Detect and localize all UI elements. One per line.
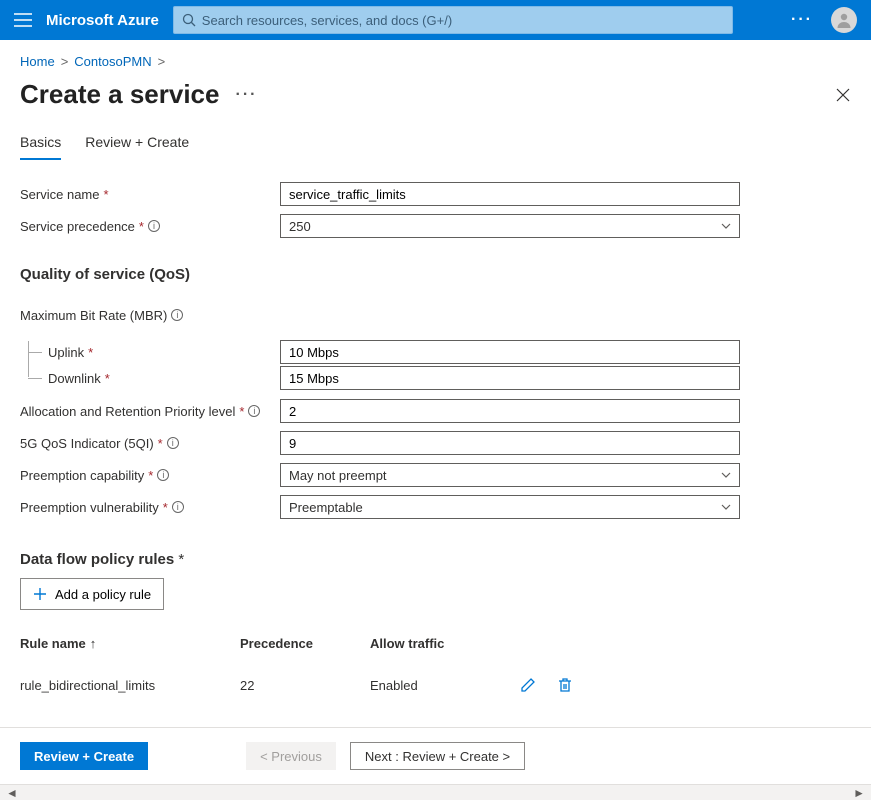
breadcrumb-contosopmn[interactable]: ContosoPMN bbox=[74, 54, 151, 69]
review-create-button[interactable]: Review + Create bbox=[20, 742, 148, 770]
fiveqi-label: 5G QoS Indicator (5QI)* i bbox=[20, 436, 280, 451]
page-title: Create a service bbox=[20, 79, 219, 110]
info-icon[interactable]: i bbox=[171, 309, 183, 321]
info-icon[interactable]: i bbox=[167, 437, 179, 449]
chevron-down-icon bbox=[721, 472, 731, 478]
service-name-input[interactable] bbox=[280, 182, 740, 206]
downlink-input[interactable] bbox=[280, 366, 740, 390]
tab-basics[interactable]: Basics bbox=[20, 128, 61, 160]
service-precedence-select[interactable]: 250 bbox=[280, 214, 740, 238]
delete-icon[interactable] bbox=[558, 677, 572, 693]
breadcrumb-sep: > bbox=[61, 54, 69, 69]
scroll-left-icon[interactable]: ◄ bbox=[2, 786, 22, 800]
horizontal-scrollbar[interactable]: ◄ ► bbox=[0, 784, 871, 800]
downlink-label: Downlink* bbox=[48, 371, 280, 386]
col-precedence[interactable]: Precedence bbox=[240, 636, 370, 651]
chevron-down-icon bbox=[721, 223, 731, 229]
info-icon[interactable]: i bbox=[172, 501, 184, 513]
brand-label: Microsoft Azure bbox=[46, 12, 159, 29]
close-icon[interactable] bbox=[835, 87, 851, 103]
arp-input[interactable] bbox=[280, 399, 740, 423]
arp-label: Allocation and Retention Priority level*… bbox=[20, 404, 280, 419]
uplink-input[interactable] bbox=[280, 340, 740, 364]
fiveqi-input[interactable] bbox=[280, 431, 740, 455]
plus-icon bbox=[33, 587, 47, 601]
previous-button: < Previous bbox=[246, 742, 336, 770]
preempt-vul-label: Preemption vulnerability* i bbox=[20, 500, 280, 515]
title-row: Create a service ··· bbox=[0, 75, 871, 128]
user-avatar[interactable] bbox=[831, 7, 857, 33]
table-row: rule_bidirectional_limits 22 Enabled bbox=[20, 659, 640, 697]
chevron-down-icon bbox=[721, 504, 731, 510]
rules-table: Rule name ↑ Precedence Allow traffic rul… bbox=[20, 636, 640, 697]
col-rule-name[interactable]: Rule name ↑ bbox=[20, 636, 240, 651]
mbr-label: Maximum Bit Rate (MBR) i bbox=[20, 308, 280, 323]
cell-rule-name: rule_bidirectional_limits bbox=[20, 678, 240, 693]
uplink-label: Uplink* bbox=[48, 345, 280, 360]
wizard-footer: Review + Create < Previous Next : Review… bbox=[0, 727, 871, 784]
service-precedence-label: Service precedence* i bbox=[20, 219, 280, 234]
title-more-icon[interactable]: ··· bbox=[235, 86, 257, 104]
info-icon[interactable]: i bbox=[248, 405, 260, 417]
next-button[interactable]: Next : Review + Create > bbox=[350, 742, 525, 770]
qos-heading: Quality of service (QoS) bbox=[20, 266, 851, 283]
rules-heading: Data flow policy rules * bbox=[20, 551, 851, 568]
cell-allow: Enabled bbox=[370, 678, 520, 693]
tab-review-create[interactable]: Review + Create bbox=[85, 128, 189, 160]
form-content: Service name* Service precedence* i 250 … bbox=[0, 160, 871, 727]
col-allow-traffic[interactable]: Allow traffic bbox=[370, 636, 520, 651]
table-header: Rule name ↑ Precedence Allow traffic bbox=[20, 636, 640, 659]
sort-asc-icon: ↑ bbox=[90, 636, 97, 651]
search-icon bbox=[182, 13, 196, 27]
breadcrumb: Home > ContosoPMN > bbox=[0, 40, 871, 75]
global-search-input[interactable] bbox=[202, 13, 724, 28]
add-policy-rule-button[interactable]: Add a policy rule bbox=[20, 578, 164, 610]
preempt-cap-select[interactable]: May not preempt bbox=[280, 463, 740, 487]
search-wrap bbox=[173, 6, 777, 34]
scroll-right-icon[interactable]: ► bbox=[849, 786, 869, 800]
info-icon[interactable]: i bbox=[148, 220, 160, 232]
info-icon[interactable]: i bbox=[157, 469, 169, 481]
edit-icon[interactable] bbox=[520, 677, 536, 693]
cell-precedence: 22 bbox=[240, 678, 370, 693]
top-bar: Microsoft Azure ··· bbox=[0, 0, 871, 40]
hamburger-menu-icon[interactable] bbox=[14, 13, 32, 27]
mbr-tree: Uplink* Downlink* bbox=[20, 339, 851, 391]
top-right-icons: ··· bbox=[791, 7, 857, 33]
tabs: Basics Review + Create bbox=[0, 128, 871, 160]
global-search[interactable] bbox=[173, 6, 733, 34]
breadcrumb-sep: > bbox=[158, 54, 166, 69]
service-name-label: Service name* bbox=[20, 187, 280, 202]
more-icon[interactable]: ··· bbox=[791, 11, 813, 29]
preempt-vul-select[interactable]: Preemptable bbox=[280, 495, 740, 519]
preempt-cap-label: Preemption capability* i bbox=[20, 468, 280, 483]
breadcrumb-home[interactable]: Home bbox=[20, 54, 55, 69]
